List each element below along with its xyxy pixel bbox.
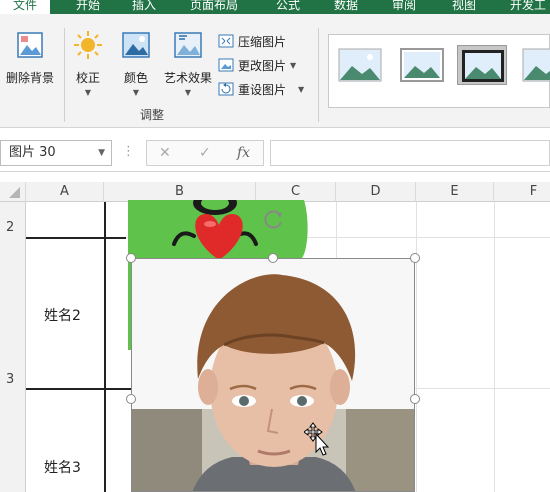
formula-bar: 图片 30 ▼ ⋮ ✕ ✓ fx: [0, 128, 550, 172]
compress-icon: [218, 34, 234, 48]
reset-picture-button[interactable]: 重设图片 ▼: [218, 78, 304, 100]
insert-function-icon[interactable]: fx: [237, 145, 250, 161]
ribbon-picture-tools: 删除背景 校正 ▼ 颜色 ▼ 艺术效果 ▼ 压缩图片 更改图片 ▼ 重设图片 ▼…: [0, 14, 550, 128]
name-box-value: 图片 30: [9, 145, 56, 160]
reset-picture-icon: [218, 82, 234, 96]
artistic-effects-button[interactable]: 艺术效果 ▼: [160, 30, 216, 97]
chevron-down-icon: ▼: [84, 88, 92, 97]
ribbon-separator: [64, 28, 65, 122]
tab-review[interactable]: 审阅: [392, 0, 416, 14]
corrections-label: 校正: [75, 71, 100, 85]
gridline: [494, 202, 495, 492]
adjust-group-label: 调整: [140, 108, 165, 122]
tab-data[interactable]: 数据: [334, 0, 358, 14]
corrections-button[interactable]: 校正 ▼: [70, 30, 106, 97]
compress-label: 压缩图片: [238, 34, 287, 49]
reset-picture-label: 重设图片: [238, 82, 287, 97]
chevron-down-icon: ▼: [298, 84, 305, 94]
picture-style-4[interactable]: [519, 45, 550, 85]
chevron-down-icon: ▼: [290, 60, 297, 70]
compress-pictures-button[interactable]: 压缩图片: [218, 30, 286, 52]
resize-handle-right[interactable]: [410, 394, 420, 404]
picture-styles-gallery: [328, 34, 550, 108]
column-header-b[interactable]: B: [104, 182, 256, 202]
tab-developer[interactable]: 开发工: [510, 0, 546, 14]
select-all-triangle-icon: [9, 187, 20, 198]
tab-insert[interactable]: 插入: [132, 0, 156, 14]
resize-handle-left[interactable]: [126, 394, 136, 404]
move-cursor-icon: [304, 422, 330, 456]
formula-buttons: ✕ ✓ fx: [146, 140, 264, 166]
remove-background-icon: [17, 32, 43, 58]
name-box[interactable]: 图片 30 ▼: [0, 140, 112, 166]
table-border: [104, 202, 106, 492]
remove-background-label: 删除背景: [5, 71, 54, 85]
tab-file[interactable]: 文件: [0, 0, 50, 14]
gridline: [416, 202, 417, 492]
rotate-handle-icon[interactable]: [262, 207, 286, 231]
color-label: 颜色: [123, 71, 148, 85]
color-button[interactable]: 颜色 ▼: [118, 30, 154, 97]
excel-window: 文件 开始 插入 页面布局 公式 数据 审阅 视图 开发工 删除背景 校正 ▼ …: [0, 0, 550, 492]
more-options-icon[interactable]: ⋮: [122, 144, 135, 159]
select-all-corner[interactable]: [0, 182, 26, 202]
cancel-icon[interactable]: ✕: [159, 145, 171, 161]
picture-style-3-selected[interactable]: [457, 45, 507, 85]
table-border: [26, 388, 132, 390]
chevron-down-icon: ▼: [132, 88, 140, 97]
picture-color-icon: [122, 32, 150, 58]
landscape-thumbnail-icon: [338, 48, 382, 82]
enter-icon[interactable]: ✓: [199, 145, 211, 161]
column-header-a[interactable]: A: [26, 182, 104, 202]
row-header-2[interactable]: 2: [0, 202, 26, 388]
landscape-thumbnail-icon: [462, 50, 504, 82]
tab-formulas[interactable]: 公式: [276, 0, 300, 14]
resize-handle-top[interactable]: [268, 253, 278, 263]
column-header-e[interactable]: E: [416, 182, 494, 202]
row-header-3[interactable]: 3: [0, 372, 26, 492]
table-border: [26, 237, 126, 239]
column-header-d[interactable]: D: [336, 182, 416, 202]
change-picture-icon: [218, 58, 234, 72]
tab-page-layout[interactable]: 页面布局: [190, 0, 238, 14]
chevron-down-icon[interactable]: ▼: [98, 141, 105, 165]
boy-photo: [132, 259, 414, 491]
column-header-c[interactable]: C: [256, 182, 336, 202]
artistic-effects-label: 艺术效果: [163, 71, 212, 85]
tab-home[interactable]: 开始: [76, 0, 100, 14]
row-number-2: 2: [6, 220, 15, 235]
landscape-thumbnail-icon: [400, 48, 444, 82]
cell-a3[interactable]: 姓名3: [44, 457, 81, 477]
selected-picture[interactable]: [131, 258, 415, 492]
remove-background-button[interactable]: 删除背景: [2, 30, 58, 86]
picture-style-1[interactable]: [335, 45, 385, 85]
tab-view[interactable]: 视图: [452, 0, 476, 14]
change-picture-label: 更改图片: [238, 58, 287, 73]
picture-style-2[interactable]: [397, 45, 447, 85]
cell-a2[interactable]: 姓名2: [44, 305, 81, 325]
formula-input[interactable]: [270, 140, 550, 166]
row-number-3: 3: [6, 372, 15, 387]
change-picture-button[interactable]: 更改图片 ▼: [218, 54, 296, 76]
artistic-effects-icon: [174, 32, 202, 58]
column-header-f[interactable]: F: [494, 182, 550, 202]
chevron-down-icon: ▼: [184, 88, 192, 97]
resize-handle-top-right[interactable]: [410, 253, 420, 263]
ribbon-tab-bar: 文件 开始 插入 页面布局 公式 数据 审阅 视图 开发工: [0, 0, 550, 14]
sun-icon: [74, 31, 102, 59]
ribbon-separator: [318, 28, 319, 122]
column-headers: A B C D E F: [0, 182, 550, 202]
resize-handle-top-left[interactable]: [126, 253, 136, 263]
landscape-thumbnail-icon: [522, 48, 550, 82]
